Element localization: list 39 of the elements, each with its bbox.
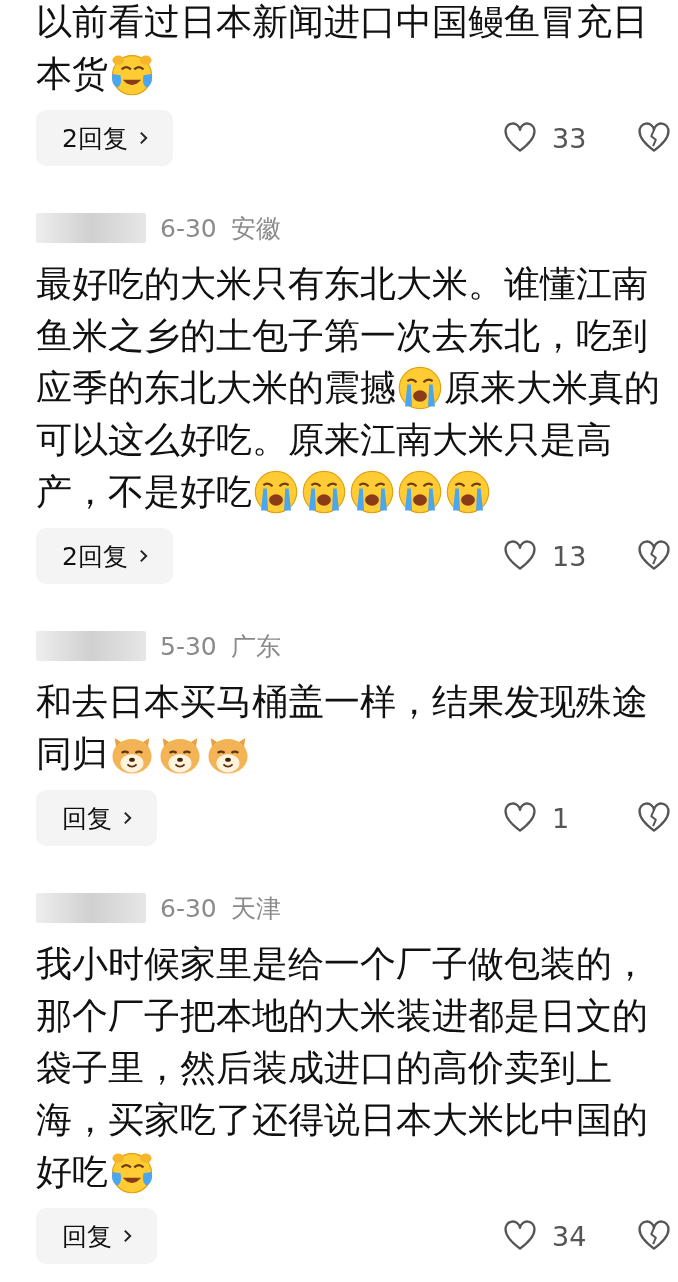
comment-text: 可以这么好吃。原来江南大米只是高 <box>36 418 612 462</box>
comment-text: 应季的东北大米的震撼 <box>36 366 396 410</box>
crying-emoji-icon <box>397 469 443 515</box>
chevron-right-icon <box>122 809 133 827</box>
like-count: 34 <box>551 1220 588 1252</box>
replies-button[interactable]: 2回复 <box>36 110 173 166</box>
comment-text: 同归 <box>36 732 108 776</box>
like-count: 33 <box>551 122 588 154</box>
comment-date: 5-30 <box>160 631 217 661</box>
chevron-right-icon <box>137 129 149 147</box>
crying-emoji-icon <box>397 365 443 411</box>
crying-emoji-icon <box>445 469 491 515</box>
crying-emoji-icon <box>301 469 347 515</box>
comment-location: 天津 <box>230 892 281 925</box>
like-count: 1 <box>551 802 571 834</box>
crying-emoji-icon <box>349 469 395 515</box>
comment-text: 鱼米之乡的土包子第一次去东北，吃到 <box>36 314 648 358</box>
comment-text: 和去日本买马桶盖一样，结果发现殊途 <box>36 680 648 724</box>
comment-text: 海，买家吃了还得说日本大米比中国的 <box>36 1098 648 1142</box>
comment-text: 我小时候家里是给一个厂子做包装的， <box>36 942 648 986</box>
comment-text: 那个厂子把本地的大米装进都是日文的 <box>36 994 648 1038</box>
comment-location: 安徽 <box>230 212 281 245</box>
like-count: 13 <box>551 540 588 572</box>
chevron-right-icon <box>122 1227 133 1245</box>
replies-button[interactable]: 回复 <box>36 790 157 846</box>
comment-text: 原来大米真的 <box>444 366 660 410</box>
comment-text: 本货 <box>36 52 108 96</box>
comment-text: 好吃 <box>36 1150 108 1194</box>
comment-location: 广东 <box>230 630 281 663</box>
crying-emoji-icon <box>253 469 299 515</box>
comment-text: 最好吃的大米只有东北大米。谁懂江南 <box>36 262 648 306</box>
comment-date: 6-30 <box>160 213 217 243</box>
comment-date: 6-30 <box>160 893 217 923</box>
comment-text: 产，不是好吃 <box>36 470 252 514</box>
chevron-right-icon <box>137 547 149 565</box>
replies-button[interactable]: 回复 <box>36 1208 157 1264</box>
comment-text: 以前看过日本新闻进口中国鳗鱼冒充日 <box>36 0 648 44</box>
comment-text: 袋子里，然后装成进口的高价卖到上 <box>36 1046 612 1090</box>
replies-button[interactable]: 2回复 <box>36 528 173 584</box>
